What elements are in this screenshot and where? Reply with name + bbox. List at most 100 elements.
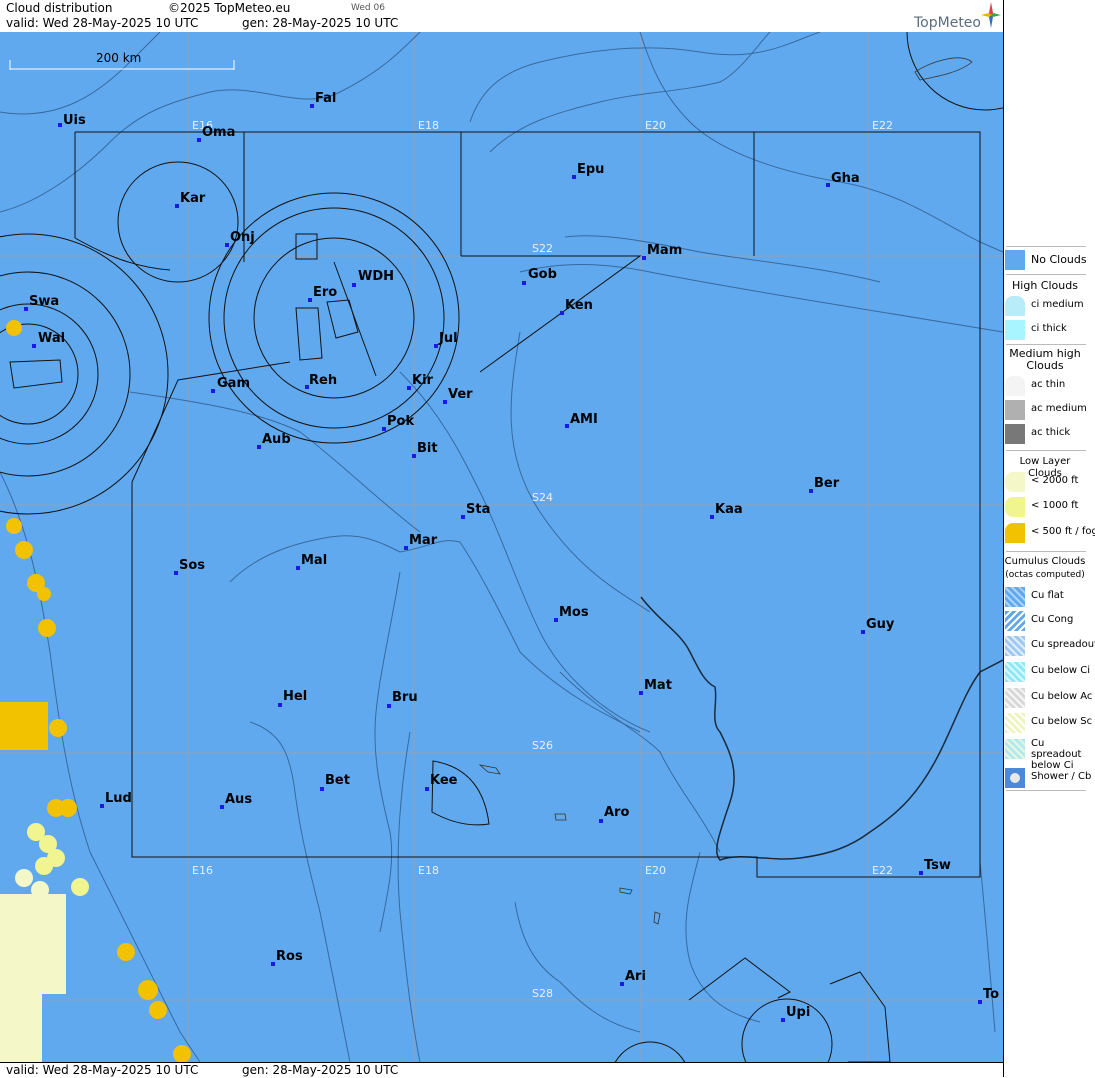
city-label: Ero [313, 285, 338, 300]
legend-shower-cb: Shower / Cb [1004, 767, 1091, 789]
city-marker [434, 344, 438, 348]
city-marker [278, 703, 282, 707]
legend-cu-below-ci: Cu below Ci [1004, 661, 1090, 683]
city-label: Mal [301, 553, 328, 568]
city-marker [861, 630, 865, 634]
city-label: Kaa [715, 502, 743, 517]
city-marker [257, 445, 261, 449]
lon-label-top: E20 [645, 119, 666, 132]
map-footer: valid: Wed 28-May-2025 10 UTC gen: 28-Ma… [0, 1062, 1003, 1078]
city-marker [522, 281, 526, 285]
city-marker [24, 307, 28, 311]
city-marker [781, 1018, 785, 1022]
legend-ac-thin: ac thin [1004, 375, 1090, 397]
legend-cu-flat: Cu flat [1004, 586, 1090, 608]
city-marker [404, 546, 408, 550]
map-linework [0, 32, 1003, 1062]
city-marker [320, 787, 324, 791]
scale-label: 200 km [96, 51, 142, 65]
city-marker [412, 454, 416, 458]
city-label: Gha [831, 171, 860, 186]
city-marker [560, 311, 564, 315]
city-marker [639, 691, 643, 695]
city-label: Mat [644, 678, 672, 693]
lat-label: S24 [532, 491, 553, 504]
day-code: Wed 06 [351, 3, 385, 13]
city-label: Ver [448, 387, 473, 402]
city-label: Ros [276, 949, 303, 964]
legend-low-2000: < 2000 ft [1004, 471, 1090, 493]
city-label: Kar [180, 191, 206, 206]
legend-ac-thick: ac thick [1004, 423, 1090, 445]
city-marker [197, 138, 201, 142]
city-label: Bru [392, 690, 418, 705]
city-marker [599, 819, 603, 823]
city-label: Sta [466, 502, 491, 517]
city-marker [220, 805, 224, 809]
city-marker [919, 871, 923, 875]
city-label: To [983, 987, 1000, 1002]
city-label: Gob [528, 267, 557, 282]
legend-cu-below-sc: Cu below Sc [1004, 712, 1092, 734]
legend-no-clouds: No Clouds [1004, 249, 1090, 271]
legend-cumulus-sub: (octas computed) [1005, 570, 1085, 580]
city-label: Gam [217, 376, 250, 391]
city-label: Hel [283, 689, 308, 704]
city-label: Epu [577, 162, 605, 177]
city-label: Bet [325, 773, 350, 788]
city-marker [642, 256, 646, 260]
footer-valid-time: valid: Wed 28-May-2025 10 UTC [6, 1063, 199, 1077]
city-label: Kir [412, 373, 433, 388]
valid-time: valid: Wed 28-May-2025 10 UTC [6, 16, 199, 30]
city-label: Aus [225, 792, 253, 807]
city-label: Lud [105, 791, 132, 806]
city-label: Onj [230, 230, 255, 245]
legend-cu-below-ac: Cu below Ac [1004, 687, 1092, 709]
city-marker [710, 515, 714, 519]
city-marker [387, 704, 391, 708]
lat-label: S26 [532, 739, 553, 752]
city-marker [58, 123, 62, 127]
city-marker [461, 515, 465, 519]
city-label: Ken [565, 298, 593, 313]
city-marker [407, 386, 411, 390]
city-marker [809, 489, 813, 493]
city-marker [308, 298, 312, 302]
city-marker [978, 1000, 982, 1004]
legend-ci-thick: ci thick [1004, 319, 1090, 341]
lon-label-top: E22 [872, 119, 893, 132]
cloud-map[interactable]: 200 km E16 E18 E20 E22 E16 E18 E20 E22 S… [0, 32, 1003, 1062]
city-label: AMI [570, 412, 598, 427]
city-label: Guy [866, 617, 895, 632]
lon-label-bottom: E18 [418, 864, 439, 877]
legend-high-title: High Clouds [1012, 279, 1078, 292]
low-cloud-cells [0, 320, 191, 1062]
city-marker [352, 283, 356, 287]
compass-star-icon [981, 2, 1001, 28]
city-marker [271, 962, 275, 966]
city-label: Tsw [924, 858, 951, 873]
city-label: Fal [315, 91, 337, 106]
copyright: ©2025 TopMeteo.eu [168, 1, 291, 15]
legend-ci-medium: ci medium [1004, 295, 1090, 317]
city-label: Sos [179, 558, 206, 573]
city-marker [174, 571, 178, 575]
city-marker [296, 566, 300, 570]
legend-cu-cong: Cu Cong [1004, 610, 1090, 632]
city-marker [310, 104, 314, 108]
city-label: WDH [358, 269, 395, 284]
city-label: Swa [29, 294, 60, 309]
city-label: Mam [647, 243, 683, 258]
lat-label: S22 [532, 242, 553, 255]
footer-generated-time: gen: 28-May-2025 10 UTC [242, 1063, 399, 1077]
city-marker [572, 175, 576, 179]
legend-low-500-fog: < 500 ft / fog [1004, 522, 1095, 544]
city-label: Upi [786, 1005, 811, 1020]
city-marker [100, 804, 104, 808]
city-marker [620, 982, 624, 986]
city-marker [554, 618, 558, 622]
map-header: Cloud distribution ©2025 TopMeteo.eu Wed… [0, 0, 1003, 33]
city-marker [32, 344, 36, 348]
generated-time: gen: 28-May-2025 10 UTC [242, 16, 399, 30]
city-label: Kee [430, 773, 458, 788]
